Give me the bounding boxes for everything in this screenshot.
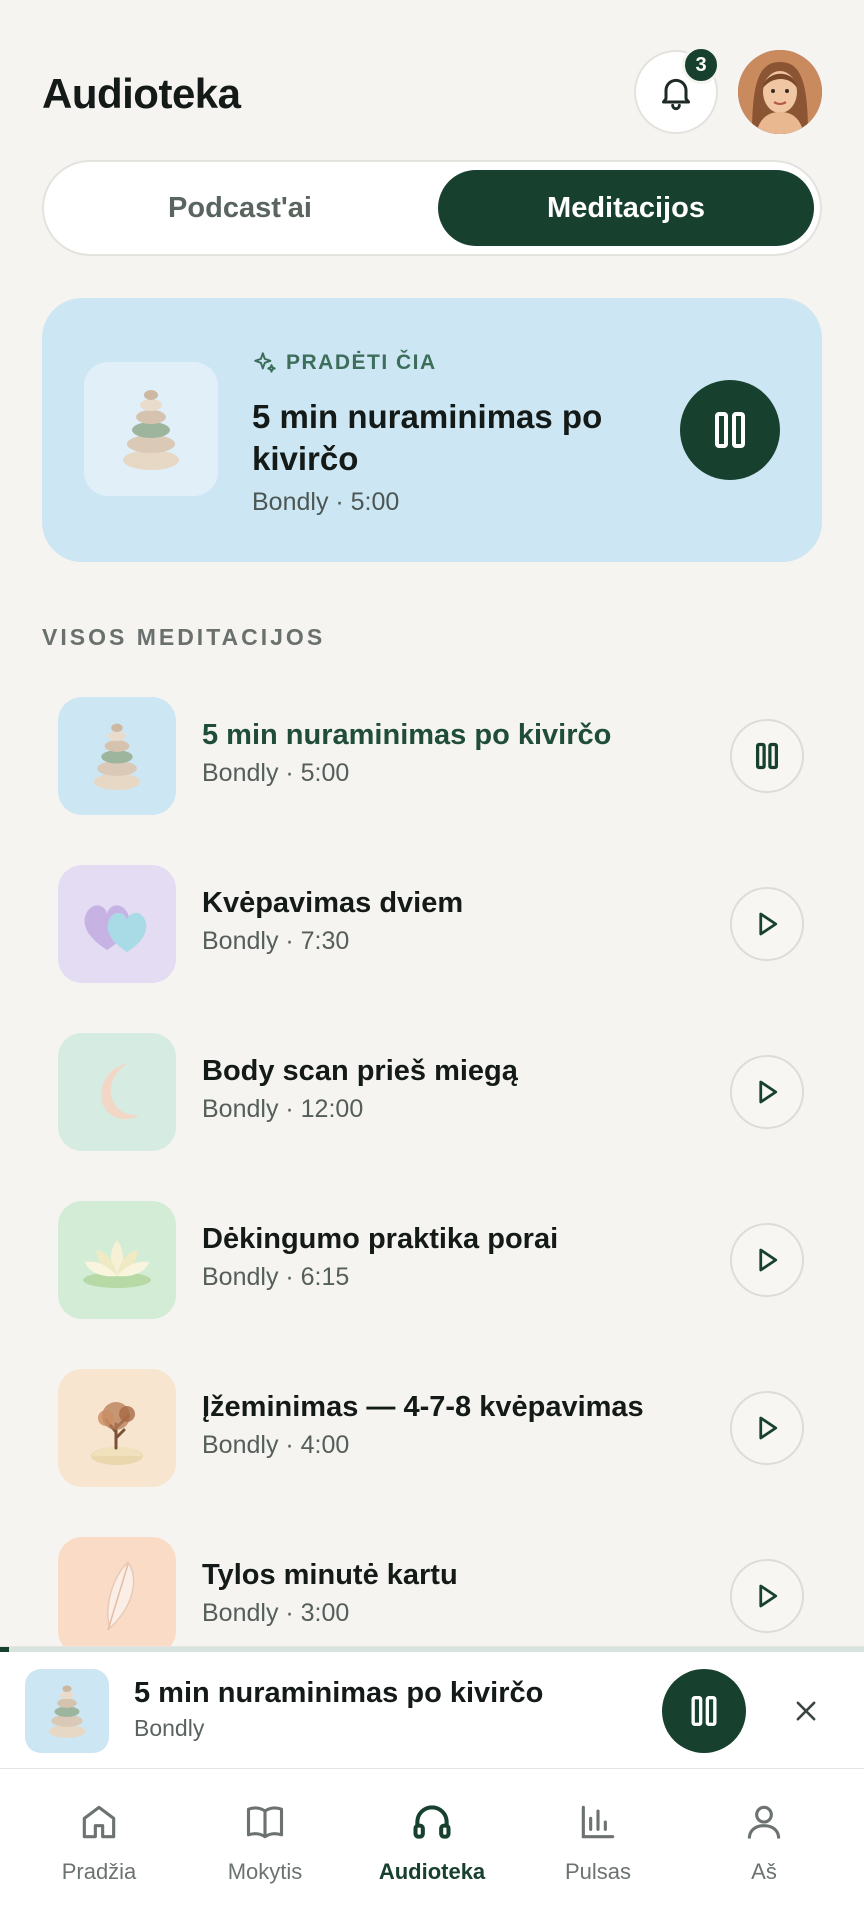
mini-player-title: 5 min nuraminimas po kivirčo bbox=[134, 1677, 544, 1709]
bottom-tab-bar: Pradžia Mokytis Audioteka Pulsas Aš bbox=[0, 1768, 864, 1920]
mini-player-progress[interactable] bbox=[0, 1647, 864, 1652]
play-icon bbox=[759, 1416, 778, 1440]
play-icon bbox=[759, 1584, 778, 1608]
header: Audioteka 3 bbox=[42, 46, 822, 138]
hearts-icon bbox=[84, 905, 147, 952]
mini-player-pause-button[interactable] bbox=[662, 1669, 746, 1753]
list-item-meta: Bondly · 6:15 bbox=[202, 1263, 350, 1291]
play-button[interactable] bbox=[730, 887, 804, 961]
person-icon bbox=[747, 1805, 781, 1839]
featured-thumbnail bbox=[84, 362, 218, 496]
mini-player-progress-fill bbox=[0, 1647, 9, 1652]
list-item-thumbnail bbox=[58, 1033, 176, 1151]
list-item-title: Kvėpavimas dviem bbox=[202, 887, 464, 919]
pause-button[interactable] bbox=[730, 719, 804, 793]
tab-me[interactable]: Aš bbox=[689, 1797, 839, 1897]
featured-kicker-label: PRADĖTI ČIA bbox=[286, 351, 437, 374]
moon-icon bbox=[101, 1063, 139, 1120]
tab-pulse[interactable]: Pulsas bbox=[523, 1797, 673, 1897]
tab-audioteka[interactable]: Audioteka bbox=[357, 1797, 507, 1897]
stones-icon bbox=[123, 390, 179, 470]
list-item-thumbnail bbox=[58, 1537, 176, 1655]
list-item-title: Body scan prieš miegą bbox=[202, 1055, 518, 1087]
library-segmented-control: Podcast'ai Meditacijos bbox=[42, 160, 822, 256]
page-title: Audioteka bbox=[42, 70, 241, 117]
play-button[interactable] bbox=[730, 1559, 804, 1633]
stones-icon bbox=[48, 1685, 86, 1738]
play-icon bbox=[759, 912, 778, 936]
tab-label: Pulsas bbox=[564, 1859, 632, 1884]
notification-badge: 3 bbox=[682, 46, 720, 84]
list-item[interactable]: Įžeminimas — 4-7-8 kvėpavimas Bondly · 4… bbox=[58, 1369, 808, 1487]
featured-title: 5 min nuraminimas po kivirčo bbox=[252, 398, 603, 477]
avatar[interactable] bbox=[738, 50, 822, 134]
tab-learn[interactable]: Mokytis bbox=[190, 1797, 340, 1897]
book-icon bbox=[246, 1806, 284, 1839]
play-icon bbox=[759, 1080, 778, 1104]
list-item-title: Dėkingumo praktika porai bbox=[202, 1223, 559, 1255]
mini-player-close-button[interactable] bbox=[786, 1691, 826, 1731]
featured-pause-button[interactable] bbox=[680, 380, 780, 480]
list-item-thumbnail bbox=[58, 1201, 176, 1319]
section-label: VISOS MEDITACIJOS bbox=[42, 624, 326, 650]
close-icon bbox=[796, 1701, 816, 1721]
play-button[interactable] bbox=[730, 1055, 804, 1129]
featured-meta: Bondly · 5:00 bbox=[252, 488, 400, 516]
list-item[interactable]: Tylos minutė kartu Bondly · 3:00 bbox=[58, 1537, 808, 1655]
play-button[interactable] bbox=[730, 1223, 804, 1297]
tab-meditations[interactable]: Meditacijos bbox=[438, 170, 814, 246]
list-item-meta: Bondly · 12:00 bbox=[202, 1095, 364, 1123]
list-item-meta: Bondly · 4:00 bbox=[202, 1431, 350, 1459]
feather-icon bbox=[107, 1560, 135, 1631]
mini-player-subtitle: Bondly bbox=[134, 1715, 205, 1741]
list-item[interactable]: Body scan prieš miegą Bondly · 12:00 bbox=[58, 1033, 808, 1151]
list-item-meta: Bondly · 7:30 bbox=[202, 927, 350, 955]
tab-label: Audioteka bbox=[378, 1859, 486, 1884]
tab-podcasts[interactable]: Podcast'ai bbox=[52, 170, 428, 246]
headphones-icon bbox=[413, 1805, 451, 1839]
list-item-thumbnail bbox=[58, 1369, 176, 1487]
list-item-title: 5 min nuraminimas po kivirčo bbox=[202, 719, 612, 751]
home-icon bbox=[82, 1805, 116, 1839]
play-button[interactable] bbox=[730, 1391, 804, 1465]
tree-icon bbox=[91, 1402, 143, 1465]
pause-icon bbox=[715, 412, 745, 448]
featured-kicker: PRADĖTI ČIA bbox=[252, 350, 437, 376]
pause-icon bbox=[691, 1696, 717, 1726]
featured-meditation-card[interactable]: PRADĖTI ČIA 5 min nuraminimas po kivirčo… bbox=[42, 298, 822, 562]
pause-icon bbox=[755, 742, 779, 770]
list-item-meta: Bondly · 5:00 bbox=[202, 759, 350, 787]
list-item[interactable]: Kvėpavimas dviem Bondly · 7:30 bbox=[58, 865, 808, 983]
chart-icon bbox=[581, 1805, 615, 1839]
list-item-thumbnail bbox=[58, 697, 176, 815]
list-item[interactable]: 5 min nuraminimas po kivirčo Bondly · 5:… bbox=[58, 697, 808, 815]
tab-label: Aš bbox=[751, 1859, 777, 1884]
list-item-title: Įžeminimas — 4-7-8 kvėpavimas bbox=[202, 1391, 644, 1423]
sparkles-icon bbox=[254, 352, 276, 373]
mini-player-thumbnail bbox=[25, 1669, 109, 1753]
list-item-thumbnail bbox=[58, 865, 176, 983]
tab-label: Mokytis bbox=[227, 1859, 303, 1884]
list-item-meta: Bondly · 3:00 bbox=[202, 1599, 350, 1627]
mini-player[interactable]: 5 min nuraminimas po kivirčo Bondly bbox=[0, 1646, 864, 1768]
tab-label: Pradžia bbox=[61, 1859, 137, 1884]
list-item[interactable]: Dėkingumo praktika porai Bondly · 6:15 bbox=[58, 1201, 808, 1319]
lotus-icon bbox=[83, 1240, 151, 1288]
tab-home[interactable]: Pradžia bbox=[24, 1797, 174, 1897]
stones-icon bbox=[93, 723, 141, 790]
list-item-title: Tylos minutė kartu bbox=[202, 1559, 458, 1591]
play-icon bbox=[759, 1248, 778, 1272]
